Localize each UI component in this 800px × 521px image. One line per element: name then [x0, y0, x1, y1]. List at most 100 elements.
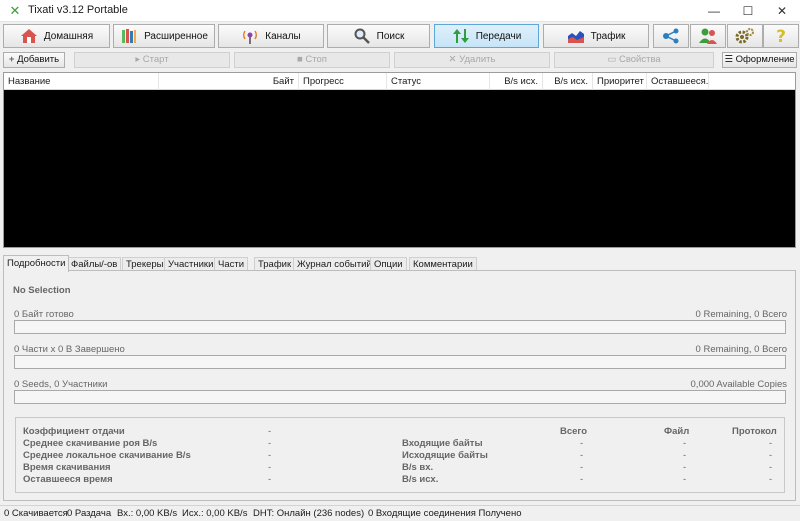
dl-time-label: Время скачивания [23, 462, 111, 473]
col-remaining[interactable]: Оставшееся... [647, 73, 709, 90]
nav-search-label: Поиск [376, 30, 405, 42]
availability-bar [14, 390, 786, 404]
bps-in-total: - [580, 462, 584, 473]
time-left-value: - [268, 474, 272, 485]
pieces-progress-bar [14, 355, 786, 369]
ratio-value: - [268, 426, 272, 437]
pieces-done-label: 0 Части x 0 В Завершено [14, 344, 125, 355]
bytes-out-total: - [580, 450, 584, 461]
col-bytes[interactable]: Байт [159, 73, 299, 90]
question-mark-icon: ? [776, 27, 786, 45]
users-button[interactable] [690, 24, 726, 48]
nav-channels-button[interactable]: Каналы [218, 24, 324, 48]
tab-pieces[interactable]: Части [214, 257, 249, 271]
local-avg-dl-label: Среднее локальное скачивание B/s [23, 450, 191, 461]
delete-icon: ✕ [448, 54, 460, 65]
stats-box: Коэффициент отдачи Среднее скачивание ро… [15, 417, 785, 493]
available-copies-label: 0,000 Available Copies [690, 379, 787, 390]
tab-peers[interactable]: Участники [164, 257, 218, 271]
remove-label: Удалить [459, 54, 496, 65]
start-button[interactable]: ▸ Старт [74, 52, 230, 68]
ratio-label: Коэффициент отдачи [23, 426, 125, 437]
users-icon [699, 28, 717, 44]
total-header: Всего [560, 426, 588, 437]
stop-label: Стоп [305, 54, 327, 65]
transfers-toolbar: + Добавить ▸ Старт ■ Стоп ✕ Удалить ▭ Св… [0, 51, 800, 69]
nav-advanced-button[interactable]: Расширенное [113, 24, 215, 48]
protocol-header: Протокол [732, 426, 777, 437]
col-name[interactable]: Название [4, 73, 159, 90]
status-in-rate: Вх.: 0,00 KB/s [117, 508, 178, 519]
nav-channels-label: Каналы [265, 30, 301, 42]
nav-transfers-button[interactable]: Передачи [434, 24, 539, 48]
bps-in-protocol: - [769, 462, 773, 473]
bytes-remaining-label: 0 Remaining, 0 Всего [695, 309, 787, 320]
status-downloading: 0 Скачивается [4, 508, 68, 519]
col-status[interactable]: Статус [387, 73, 490, 90]
properties-button[interactable]: ▭ Свойства [554, 52, 714, 68]
gears-icon [735, 28, 754, 44]
no-selection-label: No Selection [13, 285, 71, 296]
bytes-in-protocol: - [769, 438, 773, 449]
remove-button[interactable]: ✕ Удалить [394, 52, 550, 68]
bps-in-label: B/s вх. [402, 462, 434, 473]
stop-button[interactable]: ■ Стоп [234, 52, 390, 68]
bytes-progress-bar [14, 320, 786, 334]
col-bps-out[interactable]: B/s исх. [490, 73, 543, 90]
nav-traffic-button[interactable]: Трафик [543, 24, 649, 48]
tixati-logo-icon: ✕ [9, 3, 21, 18]
nav-traffic-label: Трафик [590, 30, 626, 42]
share-nodes-button[interactable] [653, 24, 689, 48]
bytes-in-label: Входящие байты [402, 438, 483, 449]
status-dht: DHT: Онлайн (236 nodes) [253, 508, 365, 519]
window-title: Tixati v3.12 Portable [28, 4, 128, 16]
tab-files[interactable]: Файлы/-ов [67, 257, 122, 271]
tab-traffic[interactable]: Трафик [254, 257, 296, 271]
transfers-list[interactable]: Название Байт Прогресс Статус B/s исх. B… [3, 72, 796, 248]
plus-icon: + [8, 54, 18, 65]
time-left-label: Оставшееся время [23, 474, 113, 485]
transfer-arrows-icon [452, 29, 469, 43]
maximize-button[interactable]: ☐ [731, 0, 765, 22]
tab-details[interactable]: Подробности [3, 255, 70, 272]
status-out-rate: Исх.: 0,00 KB/s [182, 508, 248, 519]
add-label: Добавить [17, 54, 60, 65]
layout-icon: ☰ [724, 54, 736, 65]
pieces-remaining-label: 0 Remaining, 0 Всего [695, 344, 787, 355]
tab-trackers[interactable]: Трекеры [122, 257, 168, 271]
close-button[interactable]: ✕ [765, 0, 799, 22]
bps-out-total: - [580, 474, 584, 485]
bytes-in-total: - [580, 438, 584, 449]
col-progress[interactable]: Прогресс [299, 73, 387, 90]
col-priority[interactable]: Приоритет [593, 73, 647, 90]
minimize-button[interactable]: — [697, 0, 731, 22]
col-bps-out-2[interactable]: B/s исх. [543, 73, 593, 90]
list-header: Название Байт Прогресс Статус B/s исх. B… [4, 73, 795, 90]
tab-comments[interactable]: Комментарии [409, 257, 477, 271]
nav-advanced-label: Расширенное [144, 30, 208, 42]
detail-tabs: Подробности Файлы/-ов Трекеры Участники … [3, 255, 796, 272]
bytes-out-label: Исходящие байты [402, 450, 488, 461]
file-header: Файл [664, 426, 690, 437]
main-nav: Домашняя Расширенное Каналы Поиск Переда… [0, 22, 800, 50]
bps-out-file: - [683, 474, 687, 485]
properties-icon: ▭ [607, 54, 619, 65]
nav-search-button[interactable]: Поиск [327, 24, 430, 48]
help-button[interactable]: ? [763, 24, 799, 48]
local-avg-dl-value: - [268, 450, 272, 461]
add-button[interactable]: + Добавить [3, 52, 65, 68]
layout-button[interactable]: ☰ Оформление [722, 52, 797, 68]
tab-options[interactable]: Опции [370, 257, 407, 271]
nav-home-button[interactable]: Домашняя [3, 24, 110, 48]
traffic-chart-icon [567, 31, 584, 43]
network-nodes-icon [663, 28, 679, 44]
books-icon [122, 29, 137, 43]
nav-transfers-label: Передачи [475, 30, 522, 42]
tab-event-log[interactable]: Журнал событий [293, 257, 376, 271]
bps-out-protocol: - [769, 474, 773, 485]
swarm-avg-dl-label: Среднее скачивание роя B/s [23, 438, 158, 449]
bytes-in-file: - [683, 438, 687, 449]
settings-button[interactable] [727, 24, 763, 48]
bytes-done-label: 0 Байт готово [14, 309, 74, 320]
start-label: Старт [142, 54, 169, 65]
